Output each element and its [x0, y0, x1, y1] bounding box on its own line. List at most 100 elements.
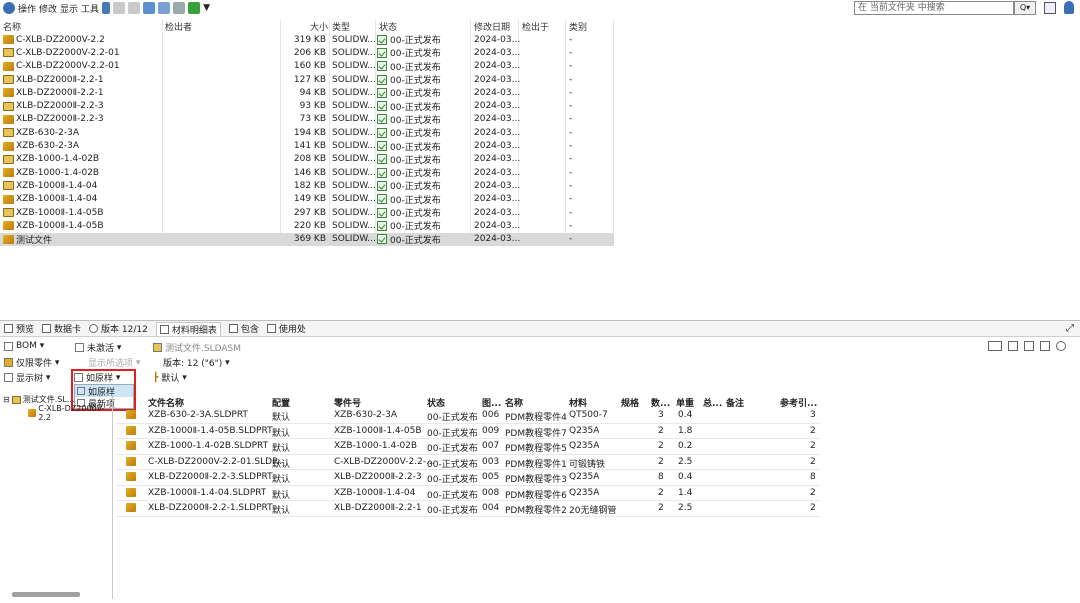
search-button[interactable]: Q▾: [1014, 1, 1036, 15]
bom-row[interactable]: XZB-1000-1.4-02B.SLDPRT 默认 XZB-1000-1.4-02…: [116, 439, 820, 455]
version-dropdown[interactable]: 版本: 12 ("6") ▾: [163, 356, 230, 370]
file-row[interactable]: XLB-DZ2000Ⅱ-2.2-3 93 KB SOLIDW... 00-正式发…: [0, 100, 614, 113]
expand-icon[interactable]: ⤢: [1066, 323, 1074, 334]
tab-bom[interactable]: 材料明细表: [155, 321, 221, 336]
export-icon[interactable]: [188, 2, 201, 14]
col-header-modified[interactable]: 修改日期: [474, 20, 510, 33]
tab-contains[interactable]: 包含: [228, 322, 259, 335]
compare-icon[interactable]: [1024, 341, 1034, 351]
bom-state: 00-正式发布: [427, 444, 478, 454]
file-type: SOLIDW...: [332, 101, 376, 112]
col-header-checked-out-in[interactable]: 检出于: [522, 20, 549, 33]
activation-dropdown[interactable]: 未激活 ▾: [75, 341, 121, 354]
tree-dropdown[interactable]: 显示树 ▾: [4, 371, 50, 384]
file-name: XZB-630-2-3A: [3, 128, 79, 138]
assembly-icon: [3, 181, 14, 191]
collapse-icon[interactable]: ⊟: [3, 395, 10, 404]
tree-splitter[interactable]: [112, 394, 113, 599]
more-icon[interactable]: ▼: [203, 3, 210, 13]
bom-row[interactable]: XZB-630-2-3A.SLDPRT 默认 XZB-630-2-3A 00-正式发布…: [116, 408, 820, 424]
menu-tools[interactable]: 工具: [81, 2, 99, 15]
show-selected-dropdown[interactable]: 显示所选项 ▾: [88, 356, 140, 370]
bom-row[interactable]: C-XLB-DZ2000V-2.2-01.SLDP... 默认 C-XLB-DZ20…: [116, 455, 820, 470]
file-row[interactable]: XZB-1000Ⅱ-1.4-05B 220 KB SOLIDW... 00-正式…: [0, 219, 614, 232]
copy-icon[interactable]: [143, 2, 156, 14]
search-input[interactable]: 在 当前文件夹 中搜索: [854, 1, 1014, 15]
bom-row[interactable]: XLB-DZ2000Ⅱ-2.2-3.SLDPRT 默认 XLB-DZ2000Ⅱ-2.…: [116, 470, 820, 486]
file-category: -: [569, 220, 573, 231]
tab-where-used[interactable]: 使用处: [266, 322, 306, 335]
file-state-text: 00-正式发布: [390, 235, 441, 246]
bom-unitweight: 1.8: [678, 425, 693, 436]
user-icon[interactable]: [1064, 1, 1074, 14]
file-row[interactable]: XLB-DZ2000Ⅱ-2.2-3 73 KB SOLIDW... 00-正式发…: [0, 113, 614, 126]
file-row[interactable]: XLB-DZ2000Ⅱ-2.2-1 127 KB SOLIDW... 00-正式…: [0, 73, 614, 86]
help-icon[interactable]: [1056, 341, 1066, 351]
file-type: SOLIDW...: [332, 74, 376, 85]
pin-icon[interactable]: [102, 2, 111, 14]
bom-type-dropdown[interactable]: BOM ▾: [4, 341, 44, 351]
bom-partno: XZB-1000-1.4-02B: [334, 441, 418, 451]
menu-display[interactable]: 显示: [60, 2, 78, 15]
tab-preview[interactable]: 预览: [4, 322, 34, 335]
checkout-icon[interactable]: [113, 2, 126, 14]
bom-row[interactable]: XZB-1000Ⅱ-1.4-04.SLDPRT 默认 XZB-1000Ⅱ-1.4-0…: [116, 486, 820, 501]
vault-icon[interactable]: [3, 2, 15, 14]
bom-row[interactable]: XZB-1000Ⅱ-1.4-05B.SLDPRT 默认 XZB-1000Ⅱ-1.4-…: [116, 424, 820, 439]
part-icon: [126, 503, 136, 512]
config-dropdown[interactable]: ┣ 默认 ▾: [153, 371, 187, 385]
file-row[interactable]: XZB-1000Ⅱ-1.4-04 182 KB SOLIDW... 00-正式发…: [0, 179, 614, 192]
file-row[interactable]: XZB-630-2-3A 141 KB SOLIDW... 00-正式发布 20…: [0, 139, 614, 153]
col-header-state[interactable]: 状态: [379, 20, 397, 33]
part-icon: [3, 234, 14, 244]
advanced-search-icon[interactable]: [1044, 2, 1056, 14]
file-name: XZB-1000Ⅱ-1.4-04: [3, 181, 97, 191]
menu-operate[interactable]: 操作: [18, 2, 36, 15]
bom-partno: XZB-630-2-3A: [334, 410, 398, 420]
save-icon[interactable]: [1008, 341, 1018, 351]
file-row[interactable]: C-XLB-DZ2000V-2.2-01 160 KB SOLIDW... 00…: [0, 60, 614, 73]
file-row[interactable]: XZB-1000-1.4-02B 146 KB SOLIDW... 00-正式发…: [0, 166, 614, 179]
bom-row[interactable]: XLB-DZ2000Ⅱ-2.2-1.SLDPRT 默认 XLB-DZ2000Ⅱ-2.…: [116, 501, 820, 517]
print-icon[interactable]: [1040, 341, 1050, 351]
bom-ref: 8: [810, 472, 816, 482]
where-used-icon: [266, 324, 276, 333]
file-row[interactable]: C-XLB-DZ2000V-2.2 319 KB SOLIDW... 00-正式…: [0, 33, 614, 46]
bom-unitweight: 0.2: [678, 441, 693, 451]
file-row[interactable]: XZB-1000-1.4-02B 208 KB SOLIDW... 00-正式发…: [0, 153, 614, 166]
scope-dropdown[interactable]: 仅限零件 ▾: [4, 356, 59, 369]
file-row[interactable]: 测试文件 369 KB SOLIDW... 00-正式发布 2024-03...…: [0, 232, 614, 246]
tree-child[interactable]: C-XLB-DZ2000V-2.2: [3, 404, 111, 422]
tab-datacard[interactable]: 数据卡: [42, 322, 81, 335]
col-header-type[interactable]: 类型: [332, 20, 350, 33]
file-type: SOLIDW...: [332, 167, 376, 178]
file-state-text: 00-正式发布: [390, 102, 441, 113]
part-icon: [3, 35, 14, 45]
bom-partno: XZB-1000Ⅱ-1.4-04: [334, 487, 416, 498]
col-header-name[interactable]: 名称: [3, 20, 21, 33]
file-row[interactable]: XLB-DZ2000Ⅱ-2.2-1 94 KB SOLIDW... 00-正式发…: [0, 86, 614, 99]
file-row[interactable]: XZB-630-2-3A 194 KB SOLIDW... 00-正式发布 20…: [0, 126, 614, 139]
preview-icon[interactable]: [173, 2, 186, 14]
file-name: XZB-1000Ⅱ-1.4-04: [3, 194, 97, 204]
document-icon[interactable]: [158, 2, 171, 14]
file-name: C-XLB-DZ2000V-2.2-01: [3, 48, 120, 58]
layout-icon[interactable]: [988, 341, 1002, 351]
tree-scrollbar[interactable]: [12, 592, 80, 597]
file-date: 2024-03...: [474, 167, 521, 178]
file-row[interactable]: C-XLB-DZ2000V-2.2-01 206 KB SOLIDW... 00…: [0, 46, 614, 59]
file-name-text: XZB-1000Ⅱ-1.4-05B: [16, 207, 104, 218]
tab-version[interactable]: 版本 12/12: [89, 322, 148, 335]
bom-state: 00-正式发布: [427, 428, 478, 439]
col-header-checked-out-by[interactable]: 检出者: [165, 20, 192, 33]
asis-dropdown[interactable]: 如原样 ▾: [74, 371, 120, 384]
part-icon: [3, 141, 14, 151]
col-header-size[interactable]: 大小: [310, 20, 328, 33]
file-row[interactable]: XZB-1000Ⅱ-1.4-05B 297 KB SOLIDW... 00-正式…: [0, 206, 614, 219]
file-row[interactable]: XZB-1000Ⅱ-1.4-04 149 KB SOLIDW... 00-正式发…: [0, 193, 614, 206]
checkin-icon[interactable]: [128, 2, 141, 14]
col-header-category[interactable]: 类别: [569, 20, 587, 33]
state-icon: [377, 34, 387, 45]
menu-modify[interactable]: 修改: [39, 2, 57, 15]
state-icon: [377, 220, 387, 231]
